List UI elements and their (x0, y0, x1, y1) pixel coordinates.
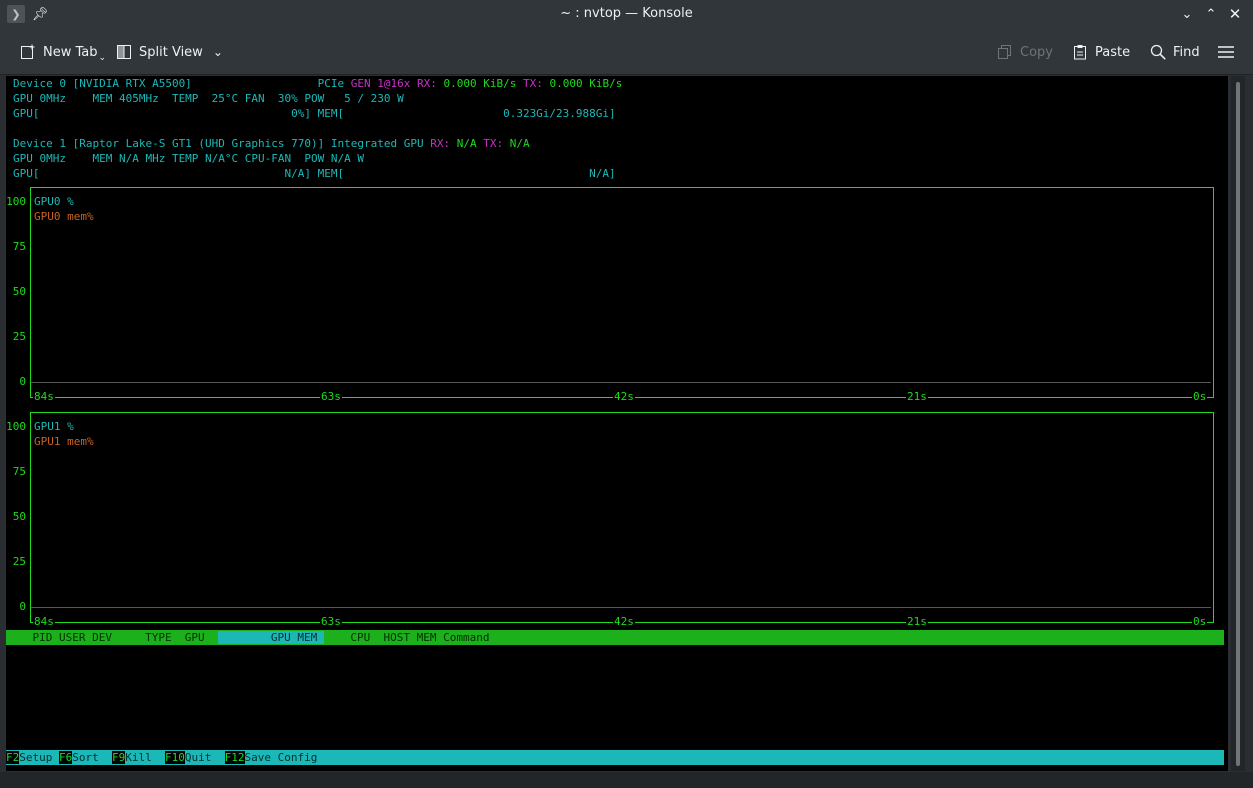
device1-header: Device 1 [Raptor Lake-S GT1 (UHD Graphic… (13, 136, 530, 151)
device0-tx: 0.000 KiB/s (549, 77, 623, 90)
y-tick-label: 25 (12, 555, 26, 568)
hamburger-menu-button[interactable] (1217, 42, 1241, 62)
process-header-columns-right: CPU HOST MEM Command (323, 631, 490, 644)
window-bottom-edge (0, 772, 1253, 788)
device1-rx-label: RX: (430, 137, 451, 150)
device0-pcie: PCIe (317, 77, 345, 90)
gpu1-zero-line (31, 607, 1211, 608)
copy-icon (996, 43, 1014, 61)
x-tick-label: 0s (1192, 615, 1208, 628)
new-tab-icon (19, 43, 37, 61)
fkey-f9-label: Kill (125, 751, 165, 764)
gpu0-chart-frame (30, 187, 1214, 398)
fkey-save-config[interactable]: F12Save Config (224, 751, 318, 764)
device0-stats: GPU 0MHz MEM 405MHz TEMP 25°C FAN 30% PO… (13, 92, 404, 105)
fkey-kill[interactable]: F9Kill (112, 751, 165, 764)
scrollbar-thumb[interactable] (1236, 82, 1240, 766)
process-table-header[interactable]: PID USER DEV TYPE GPU GPU MEM CPU HOST M… (6, 630, 1224, 645)
new-tab-button[interactable]: New Tab ⌄ (19, 42, 107, 63)
gpu1-legend-mem: GPU1 mem% (34, 435, 94, 448)
copy-label: Copy (1020, 44, 1053, 60)
device0-gen: GEN 1@16x (350, 77, 411, 90)
fkey-quit[interactable]: F10Quit (165, 751, 225, 764)
fkey-setup[interactable]: F2Setup (6, 751, 59, 764)
y-tick-label: 50 (12, 510, 26, 523)
device0-name: Device 0 [NVIDIA RTX A5500] (13, 77, 192, 90)
fkey-f12: F12 (224, 751, 245, 764)
fkey-f2-label: Setup (19, 751, 59, 764)
split-view-icon (115, 43, 133, 61)
search-icon (1149, 43, 1167, 61)
gpu0-zero-line (31, 382, 1211, 383)
device0-gpu-bar: GPU[ 0%] (13, 107, 312, 120)
device1-bars: GPU[ N/A] MEM[ N/A] (13, 166, 616, 181)
fkey-f6: F6 (59, 751, 73, 764)
y-tick-label: 25 (12, 330, 26, 343)
device0-bars: GPU[ 0%] MEM[ 0.323Gi/23.988Gi] (13, 106, 616, 121)
x-tick-label: 21s (906, 390, 928, 403)
device0-rx: 0.000 KiB/s (443, 77, 517, 90)
fkey-f2: F2 (6, 751, 20, 764)
process-header-columns-left: PID USER DEV TYPE GPU (6, 631, 218, 644)
x-tick-label: 0s (1192, 390, 1208, 403)
fkey-sort[interactable]: F6Sort (59, 751, 112, 764)
device1-gpu-bar: GPU[ N/A] (13, 167, 312, 180)
device1-tx-label: TX: (483, 137, 504, 150)
device1-name: Device 1 [Raptor Lake-S GT1 (UHD Graphic… (13, 137, 424, 150)
fkey-f9: F9 (112, 751, 126, 764)
device0-tx-label: TX: (523, 77, 543, 90)
paste-button[interactable]: Paste (1071, 42, 1130, 62)
minimize-icon[interactable]: ⌄ (1178, 5, 1196, 23)
find-label: Find (1173, 44, 1200, 60)
paste-label: Paste (1095, 44, 1131, 60)
x-tick-label: 63s (320, 390, 342, 403)
chevron-down-icon[interactable]: ⌄ (213, 45, 223, 59)
x-tick-label: 63s (320, 615, 342, 628)
process-header-sort-column[interactable]: GPU MEM (217, 631, 324, 644)
fkey-f10-label: Quit (184, 751, 225, 764)
device1-stats: GPU 0MHz MEM N/A MHz TEMP N/A°C CPU-FAN … (13, 152, 364, 165)
hamburger-menu-icon (1217, 43, 1235, 61)
gpu0-legend-mem: GPU0 mem% (34, 210, 94, 223)
device0-rx-label: RX: (417, 77, 437, 90)
device0-mem-bar: MEM[ 0.323Gi/23.988Gi] (317, 107, 616, 120)
paste-icon (1071, 43, 1089, 61)
x-tick-label: 84s (33, 390, 55, 403)
fkey-f6-label: Sort (72, 751, 112, 764)
find-button[interactable]: Find (1149, 42, 1200, 62)
function-key-bar: F2Setup F6Sort F9Kill F10Quit F12Save Co… (6, 750, 1224, 765)
gpu0-legend-util: GPU0 % (34, 195, 74, 208)
y-tick-label: 0 (19, 600, 26, 613)
window-title: ~ : nvtop — Konsole (560, 6, 693, 21)
close-icon[interactable]: ✕ (1226, 5, 1244, 23)
konsole-toolbar: New Tab ⌄ Split View ⌄ Copy Paste Find (0, 28, 1253, 75)
gpu1-chart-frame (30, 412, 1214, 623)
maximize-icon[interactable]: ⌃ (1202, 5, 1220, 23)
split-view-button[interactable]: Split View ⌄ (115, 42, 223, 62)
gpu1-legend-util: GPU1 % (34, 420, 74, 433)
device1-mem-bar: MEM[ N/A] (317, 167, 616, 180)
y-tick-label: 100 (6, 420, 26, 433)
x-tick-label: 21s (906, 615, 928, 628)
y-tick-label: 0 (19, 375, 26, 388)
x-tick-label: 84s (33, 615, 55, 628)
y-tick-label: 75 (12, 465, 26, 478)
copy-button[interactable]: Copy (996, 42, 1053, 62)
window-titlebar: ❯ 📌︎ ~ : nvtop — Konsole ⌄ ⌃ ✕ (0, 0, 1253, 28)
y-tick-label: 75 (12, 240, 26, 253)
x-tick-label: 42s (613, 390, 635, 403)
chevron-down-icon: ⌄ (98, 53, 107, 63)
fkey-f12-label: Save Config (244, 751, 318, 764)
terminal-scrollbar[interactable] (1231, 76, 1245, 771)
x-tick-label: 42s (613, 615, 635, 628)
y-tick-label: 50 (12, 285, 26, 298)
device1-rx: N/A (456, 137, 477, 150)
y-tick-label: 100 (6, 195, 26, 208)
fkey-f10: F10 (165, 751, 185, 764)
terminal-view[interactable]: Device 0 [NVIDIA RTX A5500] PCIe GEN 1@1… (6, 76, 1228, 771)
device0-header: Device 0 [NVIDIA RTX A5500] PCIe GEN 1@1… (13, 76, 622, 91)
device1-tx: N/A (509, 137, 530, 150)
split-view-label: Split View (139, 44, 203, 60)
new-tab-label: New Tab (43, 44, 98, 60)
